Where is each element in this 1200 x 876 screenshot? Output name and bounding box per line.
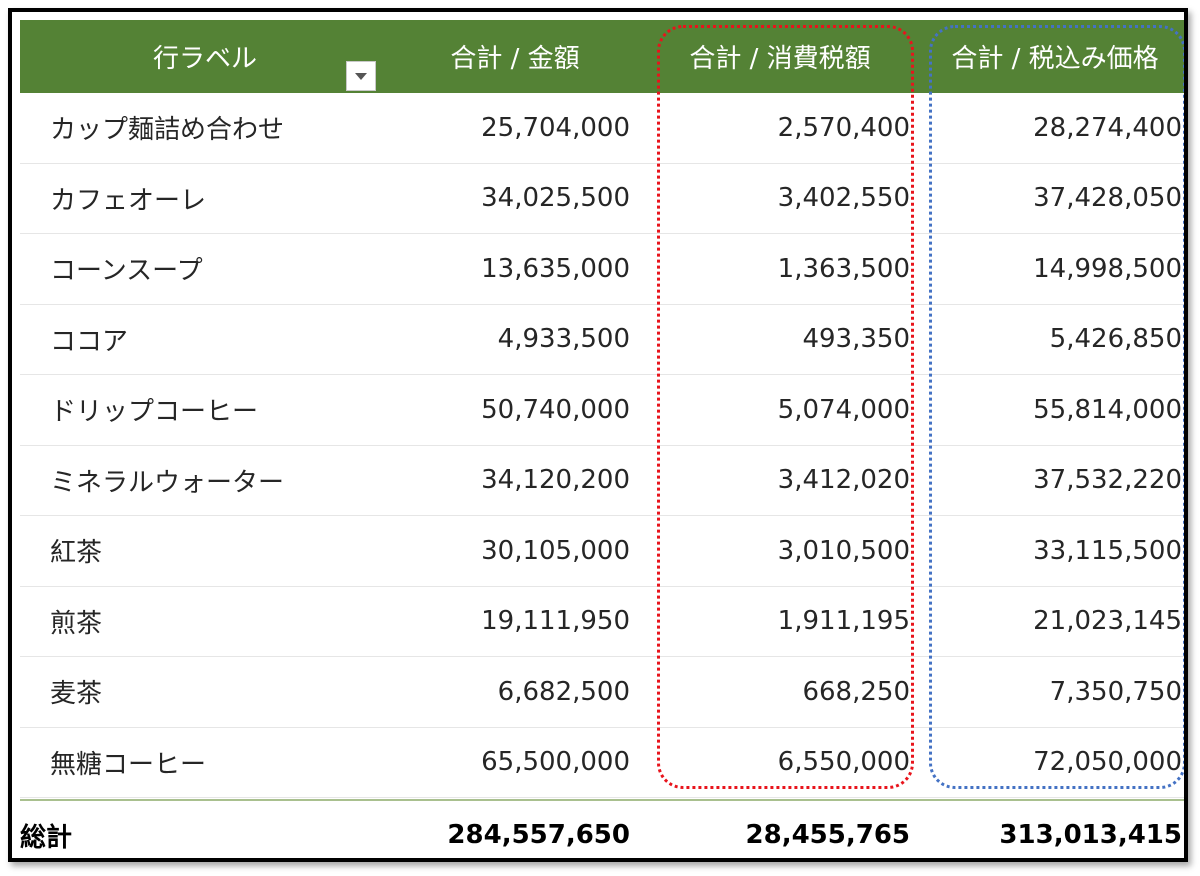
row-label-cell[interactable]: 紅茶 (20, 516, 390, 586)
total-amount[interactable]: 284,557,650 (390, 801, 630, 858)
row-label-cell[interactable]: 無糖コーヒー (20, 728, 390, 798)
row-label-cell[interactable]: 煎茶 (20, 587, 390, 657)
tax-cell[interactable]: 3,010,500 (630, 516, 910, 586)
table-row: 麦茶 6,682,500 668,250 7,350,750 (20, 657, 1184, 728)
tax-included-cell[interactable]: 28,274,400 (910, 93, 1182, 163)
total-label[interactable]: 総計 (20, 801, 390, 858)
amount-cell[interactable]: 4,933,500 (390, 305, 630, 375)
screenshot-frame: 行ラベル 合計 / 金額 合計 / 消費税額 合計 / 税込み価格 カップ麺詰め… (8, 8, 1188, 862)
tax-cell[interactable]: 3,412,020 (630, 446, 910, 516)
amount-cell[interactable]: 19,111,950 (390, 587, 630, 657)
tax-cell[interactable]: 1,911,195 (630, 587, 910, 657)
tax-cell[interactable]: 6,550,000 (630, 728, 910, 798)
tax-included-cell[interactable]: 55,814,000 (910, 375, 1182, 445)
tax-included-cell[interactable]: 14,998,500 (910, 234, 1182, 304)
amount-cell[interactable]: 25,704,000 (390, 93, 630, 163)
table-row: コーンスープ 13,635,000 1,363,500 14,998,500 (20, 234, 1184, 305)
table-row: 無糖コーヒー 65,500,000 6,550,000 72,050,000 (20, 728, 1184, 798)
table-row: カフェオーレ 34,025,500 3,402,550 37,428,050 (20, 164, 1184, 234)
header-amount[interactable]: 合計 / 金額 (410, 20, 620, 93)
row-label-cell[interactable]: コーンスープ (20, 234, 390, 304)
amount-cell[interactable]: 30,105,000 (390, 516, 630, 586)
filter-dropdown-icon[interactable] (346, 61, 376, 91)
amount-cell[interactable]: 13,635,000 (390, 234, 630, 304)
pivot-header-row: 行ラベル 合計 / 金額 合計 / 消費税額 合計 / 税込み価格 (20, 20, 1184, 93)
table-row: ココア 4,933,500 493,350 5,426,850 (20, 305, 1184, 375)
table-row: 煎茶 19,111,950 1,911,195 21,023,145 (20, 587, 1184, 657)
tax-included-cell[interactable]: 72,050,000 (910, 728, 1182, 798)
pivot-rows: カップ麺詰め合わせ 25,704,000 2,570,400 28,274,400 カフ… (20, 93, 1184, 798)
row-label-cell[interactable]: ココア (20, 305, 390, 375)
tax-cell[interactable]: 668,250 (630, 657, 910, 727)
header-tax[interactable]: 合計 / 消費税額 (665, 20, 895, 93)
tax-included-cell[interactable]: 5,426,850 (910, 305, 1182, 375)
tax-included-cell[interactable]: 21,023,145 (910, 587, 1182, 657)
tax-cell[interactable]: 493,350 (630, 305, 910, 375)
amount-cell[interactable]: 50,740,000 (390, 375, 630, 445)
tax-included-cell[interactable]: 37,532,220 (910, 446, 1182, 516)
table-row: カップ麺詰め合わせ 25,704,000 2,570,400 28,274,400 (20, 93, 1184, 164)
header-tax-included[interactable]: 合計 / 税込み価格 (930, 20, 1180, 93)
tax-included-cell[interactable]: 33,115,500 (910, 516, 1182, 586)
row-label-cell[interactable]: ミネラルウォーター (20, 446, 390, 516)
pivot-table: 行ラベル 合計 / 金額 合計 / 消費税額 合計 / 税込み価格 カップ麺詰め… (20, 20, 1184, 858)
header-row-label[interactable]: 行ラベル (20, 20, 390, 93)
tax-cell[interactable]: 1,363,500 (630, 234, 910, 304)
tax-included-cell[interactable]: 7,350,750 (910, 657, 1182, 727)
table-row: ドリップコーヒー 50,740,000 5,074,000 55,814,000 (20, 375, 1184, 446)
row-label-cell[interactable]: カップ麺詰め合わせ (20, 93, 390, 163)
tax-included-cell[interactable]: 37,428,050 (910, 164, 1182, 234)
table-row: 紅茶 30,105,000 3,010,500 33,115,500 (20, 516, 1184, 587)
amount-cell[interactable]: 34,120,200 (390, 446, 630, 516)
amount-cell[interactable]: 6,682,500 (390, 657, 630, 727)
row-label-cell[interactable]: 麦茶 (20, 657, 390, 727)
tax-cell[interactable]: 5,074,000 (630, 375, 910, 445)
amount-cell[interactable]: 65,500,000 (390, 728, 630, 798)
table-row: ミネラルウォーター 34,120,200 3,412,020 37,532,220 (20, 446, 1184, 516)
tax-cell[interactable]: 3,402,550 (630, 164, 910, 234)
row-label-cell[interactable]: カフェオーレ (20, 164, 390, 234)
row-label-cell[interactable]: ドリップコーヒー (20, 375, 390, 445)
total-tax-included[interactable]: 313,013,415 (910, 801, 1182, 858)
amount-cell[interactable]: 34,025,500 (390, 164, 630, 234)
grand-total-row: 総計 284,557,650 28,455,765 313,013,415 (20, 799, 1184, 858)
total-tax[interactable]: 28,455,765 (630, 801, 910, 858)
tax-cell[interactable]: 2,570,400 (630, 93, 910, 163)
